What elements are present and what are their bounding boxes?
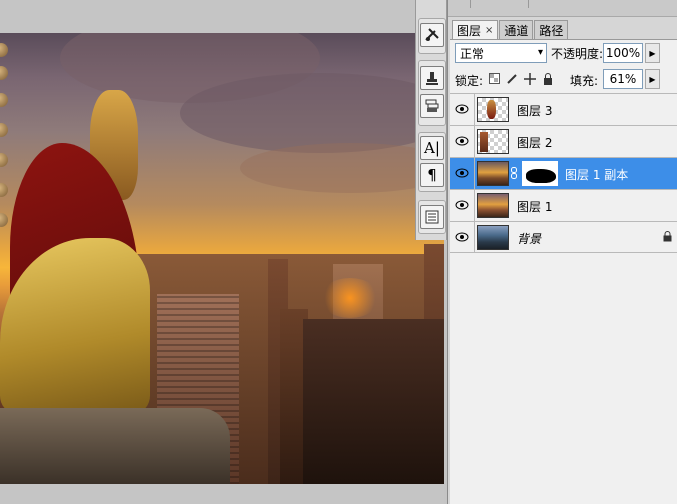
character-icon[interactable]: A| bbox=[420, 136, 444, 160]
tab-label: 图层 bbox=[457, 23, 482, 38]
canvas-bottom-gutter bbox=[0, 484, 444, 504]
notes-icon[interactable] bbox=[420, 205, 444, 229]
artwork-image[interactable] bbox=[0, 33, 444, 484]
fire-glow bbox=[320, 278, 380, 318]
eye-icon[interactable] bbox=[452, 163, 472, 183]
eye-icon[interactable] bbox=[452, 99, 472, 119]
stone-ledge bbox=[0, 408, 230, 484]
dark-tower bbox=[303, 319, 444, 484]
layer-row[interactable]: 图层 1 bbox=[450, 189, 677, 221]
stepper-arrow-icon[interactable]: ▶ bbox=[645, 43, 660, 63]
layers-panel-body: 正常 ▾ 不透明度: 100% ▶ 锁定: 填充: 61% ▶ 图层 3 图层 … bbox=[450, 39, 677, 504]
ornament-ball bbox=[0, 43, 8, 57]
blend-row: 正常 ▾ 不透明度: 100% ▶ bbox=[455, 43, 675, 63]
fill-input[interactable]: 61% bbox=[603, 69, 643, 89]
layer-row[interactable]: 图层 3 bbox=[450, 93, 677, 125]
tools-icon[interactable] bbox=[420, 23, 444, 47]
stamp-icon[interactable] bbox=[420, 66, 444, 90]
paragraph-icon[interactable]: ¶ bbox=[420, 163, 444, 187]
cloud-shape bbox=[240, 143, 444, 193]
eye-icon[interactable] bbox=[452, 131, 472, 151]
tab-paths[interactable]: 路径 bbox=[534, 20, 569, 39]
lock-fill-row: 锁定: 填充: 61% ▶ bbox=[455, 69, 675, 89]
layer-name: 图层 1 副本 bbox=[565, 168, 629, 182]
opacity-label: 不透明度: bbox=[551, 47, 604, 61]
layer-name: 图层 3 bbox=[517, 104, 553, 118]
panel-dock-strip: A| ¶ bbox=[415, 0, 447, 240]
lock-icon bbox=[663, 231, 672, 245]
layer-name: 图层 2 bbox=[517, 136, 553, 150]
chevron-down-icon: ▾ bbox=[537, 47, 543, 58]
close-icon[interactable]: × bbox=[485, 25, 493, 36]
cloud-shape bbox=[180, 73, 444, 153]
tab-channels[interactable]: 通道 bbox=[499, 20, 534, 39]
blend-mode-value: 正常 bbox=[460, 46, 485, 61]
layer-row[interactable]: 图层 2 bbox=[450, 125, 677, 157]
eye-icon[interactable] bbox=[452, 195, 472, 215]
layer-name: 背景 bbox=[517, 232, 542, 246]
layer-row-selected[interactable]: 图层 1 副本 bbox=[450, 157, 677, 189]
eye-icon[interactable] bbox=[452, 227, 472, 247]
ornament-ball bbox=[0, 213, 8, 227]
fill-label: 填充: bbox=[570, 74, 599, 88]
layer-thumbnail bbox=[477, 225, 509, 250]
chain-icon[interactable] bbox=[511, 167, 517, 182]
tab-layers[interactable]: 图层 × bbox=[452, 20, 499, 39]
layer-thumbnail bbox=[477, 161, 509, 186]
layers-panel: 图层 × 通道 路径 正常 ▾ 不透明度: 100% ▶ 锁定: 填充: 61%… bbox=[447, 0, 677, 504]
canvas-top-gutter bbox=[0, 0, 415, 33]
tab-label: 通道 bbox=[504, 23, 529, 38]
lock-position-icon[interactable] bbox=[523, 72, 536, 85]
ornament-ball bbox=[0, 183, 8, 197]
lock-all-icon[interactable] bbox=[541, 72, 554, 85]
layer-name: 图层 1 bbox=[517, 200, 553, 214]
opacity-input[interactable]: 100% bbox=[603, 43, 643, 63]
ornament-ball bbox=[0, 123, 8, 137]
layer-comps-icon[interactable] bbox=[420, 94, 444, 118]
layer-thumbnail bbox=[477, 129, 509, 154]
ornament-ball bbox=[0, 93, 8, 107]
layer-list: 图层 3 图层 2 图层 1 副本 图层 1 背景 bbox=[450, 93, 677, 253]
layer-thumbnail bbox=[477, 193, 509, 218]
ornament-ball bbox=[0, 153, 8, 167]
layer-thumbnail bbox=[477, 97, 509, 122]
layer-row-background[interactable]: 背景 bbox=[450, 221, 677, 253]
ornament-ball bbox=[0, 66, 8, 80]
lock-label: 锁定: bbox=[455, 74, 484, 88]
panel-tabs: 图层 × 通道 路径 bbox=[452, 20, 569, 39]
lock-transparency-icon[interactable] bbox=[488, 72, 501, 85]
tab-label: 路径 bbox=[539, 23, 564, 38]
blend-mode-select[interactable]: 正常 ▾ bbox=[455, 43, 547, 63]
stepper-arrow-icon[interactable]: ▶ bbox=[645, 69, 660, 89]
layer-mask-thumbnail[interactable] bbox=[522, 161, 558, 186]
panel-header-strip bbox=[448, 0, 677, 17]
lock-pixels-icon[interactable] bbox=[506, 72, 519, 85]
